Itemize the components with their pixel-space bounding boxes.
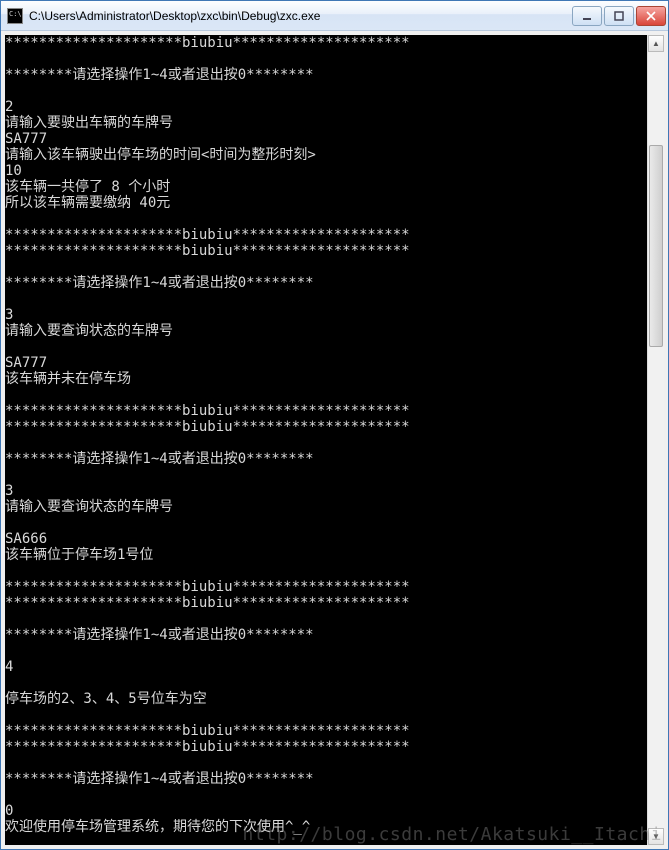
minimize-button[interactable] [572,6,602,26]
client-area: *********************biubiu*************… [1,31,668,849]
window-title: C:\Users\Administrator\Desktop\zxc\bin\D… [29,9,572,23]
titlebar[interactable]: C:\Users\Administrator\Desktop\zxc\bin\D… [1,1,668,31]
maximize-icon [614,11,624,21]
maximize-button[interactable] [604,6,634,26]
console-output[interactable]: *********************biubiu*************… [5,35,647,845]
window-frame: C:\Users\Administrator\Desktop\zxc\bin\D… [0,0,669,850]
close-button[interactable] [636,6,666,26]
close-icon [646,11,656,21]
vertical-scrollbar[interactable]: ▲ ▼ [647,35,664,845]
scroll-down-button[interactable]: ▼ [648,828,664,845]
minimize-icon [582,11,592,21]
scroll-track[interactable] [648,52,664,828]
scroll-up-button[interactable]: ▲ [648,35,664,52]
window-buttons [572,6,666,26]
scroll-thumb[interactable] [649,145,663,347]
app-icon [7,8,23,24]
